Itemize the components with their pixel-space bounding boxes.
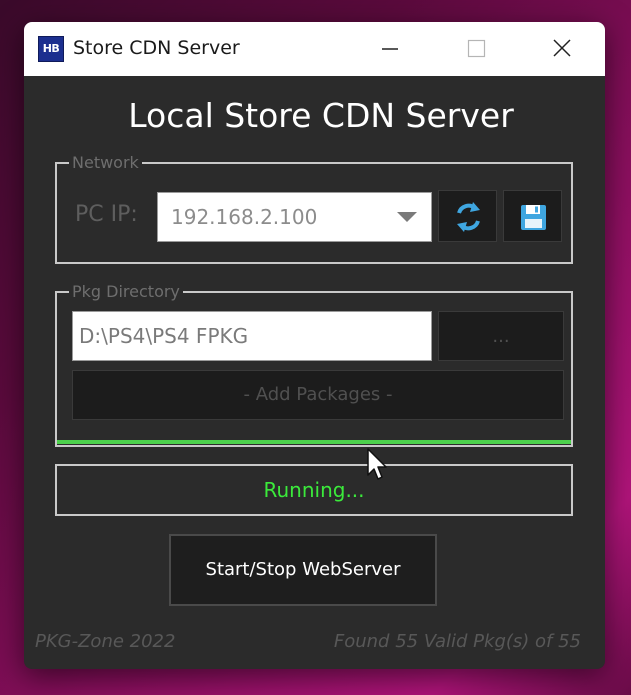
add-packages-button[interactable]: - Add Packages - <box>72 370 564 420</box>
window-title: Store CDN Server <box>73 37 240 59</box>
refresh-icon <box>457 202 480 232</box>
close-icon <box>553 39 571 57</box>
scan-progress-bar <box>57 440 571 444</box>
title-bar[interactable]: HB Store CDN Server <box>24 22 605 76</box>
floppy-disk-icon <box>521 205 546 230</box>
pc-ip-label: PC IP: <box>75 202 138 227</box>
pkg-directory-legend: Pkg Directory <box>69 282 183 302</box>
minimize-icon <box>382 48 398 50</box>
app-logo-icon: HB <box>38 36 64 62</box>
package-count-status: Found 55 Valid Pkg(s) of 55 <box>333 631 581 652</box>
browse-button[interactable]: ... <box>438 311 564 361</box>
scan-progress-fill <box>57 440 571 444</box>
pkg-directory-value: D:\PS4\PS4 FPKG <box>79 324 249 348</box>
page-title: Local Store CDN Server <box>128 96 514 135</box>
refresh-ip-button[interactable] <box>438 190 497 242</box>
close-button[interactable] <box>533 22 591 76</box>
mouse-cursor-icon <box>367 448 387 480</box>
network-group-legend: Network <box>69 153 142 173</box>
save-settings-button[interactable] <box>503 190 562 242</box>
minimize-button[interactable] <box>361 22 419 76</box>
maximize-icon <box>467 39 486 58</box>
app-window: HB Store CDN Server Local Store CDN Serv… <box>24 22 605 669</box>
pc-ip-value: 192.168.2.100 <box>171 205 318 229</box>
maximize-button[interactable] <box>447 22 505 76</box>
pkg-directory-input[interactable]: D:\PS4\PS4 FPKG <box>72 311 432 361</box>
chevron-down-icon[interactable] <box>397 212 417 222</box>
footer-credit: PKG-Zone 2022 <box>35 631 176 652</box>
start-stop-webserver-button[interactable]: Start/Stop WebServer <box>169 534 437 606</box>
pc-ip-select[interactable]: 192.168.2.100 <box>157 192 432 242</box>
server-status: Running... <box>55 464 573 516</box>
